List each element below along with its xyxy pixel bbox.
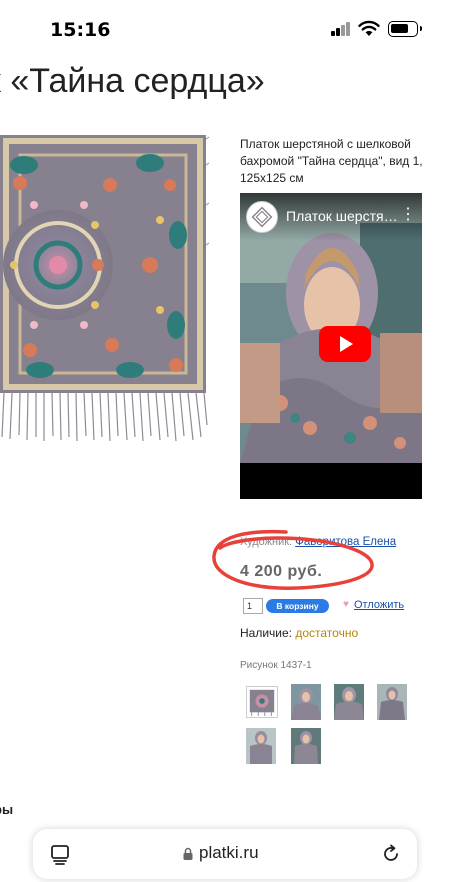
product-description: Платок шерстяной с шелковой бахромой "Та… [240, 137, 423, 185]
cellular-signal-icon [331, 22, 351, 36]
heart-icon[interactable]: ♥ [343, 599, 349, 611]
thumbnail-2[interactable] [291, 684, 321, 720]
availability-label: Наличие: [240, 626, 293, 640]
wifi-icon [358, 20, 380, 36]
shawl-product-image[interactable] [0, 125, 210, 445]
add-to-cart-row: 1 В корзину ♥ Отложить [240, 598, 440, 614]
url-text[interactable]: platki.ru [199, 843, 259, 863]
page-title: к «Тайна сердца» [0, 62, 265, 100]
availability-row: Наличие: достаточно [240, 626, 358, 640]
thumbnail-5[interactable] [246, 728, 276, 764]
postpone-link[interactable]: Отложить [354, 599, 404, 611]
reload-icon[interactable] [381, 844, 401, 864]
channel-avatar[interactable] [246, 201, 278, 233]
status-bar: 15:16 [0, 0, 450, 56]
lock-icon [183, 847, 193, 860]
tabs-icon[interactable] [51, 845, 69, 865]
availability-value: достаточно [295, 626, 359, 640]
quantity-input[interactable]: 1 [243, 598, 263, 614]
thumbnail-4[interactable] [377, 684, 407, 720]
picture-id: Рисунок 1437-1 [240, 660, 312, 671]
thumbnail-3[interactable] [334, 684, 364, 720]
play-button-icon[interactable] [319, 326, 371, 362]
product-video-embed[interactable]: Платок шерстяной с шелковой бахромой "Та… [240, 193, 422, 499]
video-title[interactable]: Платок шерстяной с шелковой бахромой "Та… [286, 208, 404, 224]
status-time: 15:16 [50, 19, 111, 41]
more-vert-icon[interactable]: ⋮ [400, 207, 416, 223]
browser-address-bar[interactable]: platki.ru [33, 829, 417, 879]
thumbnail-6[interactable] [291, 728, 321, 764]
add-to-cart-button[interactable]: В корзину [266, 599, 329, 613]
battery-icon [388, 21, 422, 37]
section-heading: ры [0, 802, 14, 817]
thumbnail-1[interactable] [246, 686, 278, 718]
red-highlight-circle [212, 529, 374, 590]
